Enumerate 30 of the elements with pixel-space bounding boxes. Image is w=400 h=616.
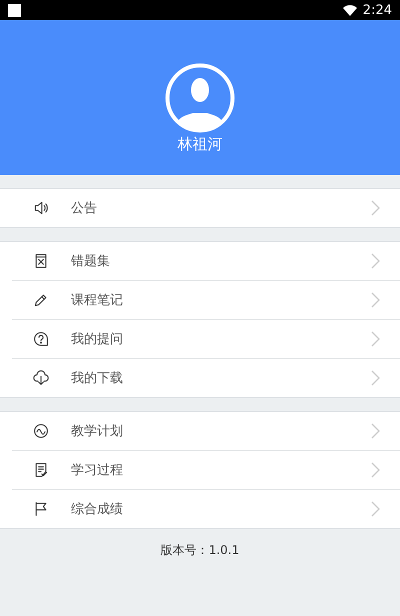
user-name: 林祖河 xyxy=(178,135,222,154)
checklist-icon xyxy=(33,462,49,478)
menu-item[interactable]: 学习过程 xyxy=(12,450,400,489)
document-x-icon xyxy=(33,253,49,269)
wifi-icon xyxy=(342,4,357,16)
chevron-icon xyxy=(371,200,380,216)
menu-item[interactable]: 我的提问 xyxy=(12,319,400,358)
flag-icon xyxy=(33,501,49,517)
chevron-icon xyxy=(371,253,380,269)
chevron-icon xyxy=(371,501,380,517)
menu-item[interactable]: 教学计划 xyxy=(12,412,400,450)
menu-item[interactable]: 公告 xyxy=(12,189,400,227)
menu-item[interactable]: 我的下载 xyxy=(12,358,400,397)
chevron-icon xyxy=(371,370,380,386)
version-text: 版本号：1.0.1 xyxy=(160,543,240,557)
chevron-icon xyxy=(371,462,380,478)
speaker-icon xyxy=(33,200,49,216)
notification-icon xyxy=(8,4,21,16)
menu-item[interactable]: 错题集 xyxy=(12,242,400,280)
wave-circle-icon xyxy=(33,423,49,439)
cloud-download-icon xyxy=(33,370,49,386)
pencil-icon xyxy=(33,292,49,308)
chevron-icon xyxy=(371,331,380,347)
status-time: 2:24 xyxy=(362,2,392,18)
chevron-icon xyxy=(371,423,380,439)
menu-item[interactable]: 课程笔记 xyxy=(12,280,400,319)
question-bubble-icon xyxy=(33,331,49,347)
menu-item[interactable]: 综合成绩 xyxy=(12,489,400,528)
avatar-icon[interactable] xyxy=(165,63,235,133)
chevron-icon xyxy=(371,292,380,308)
